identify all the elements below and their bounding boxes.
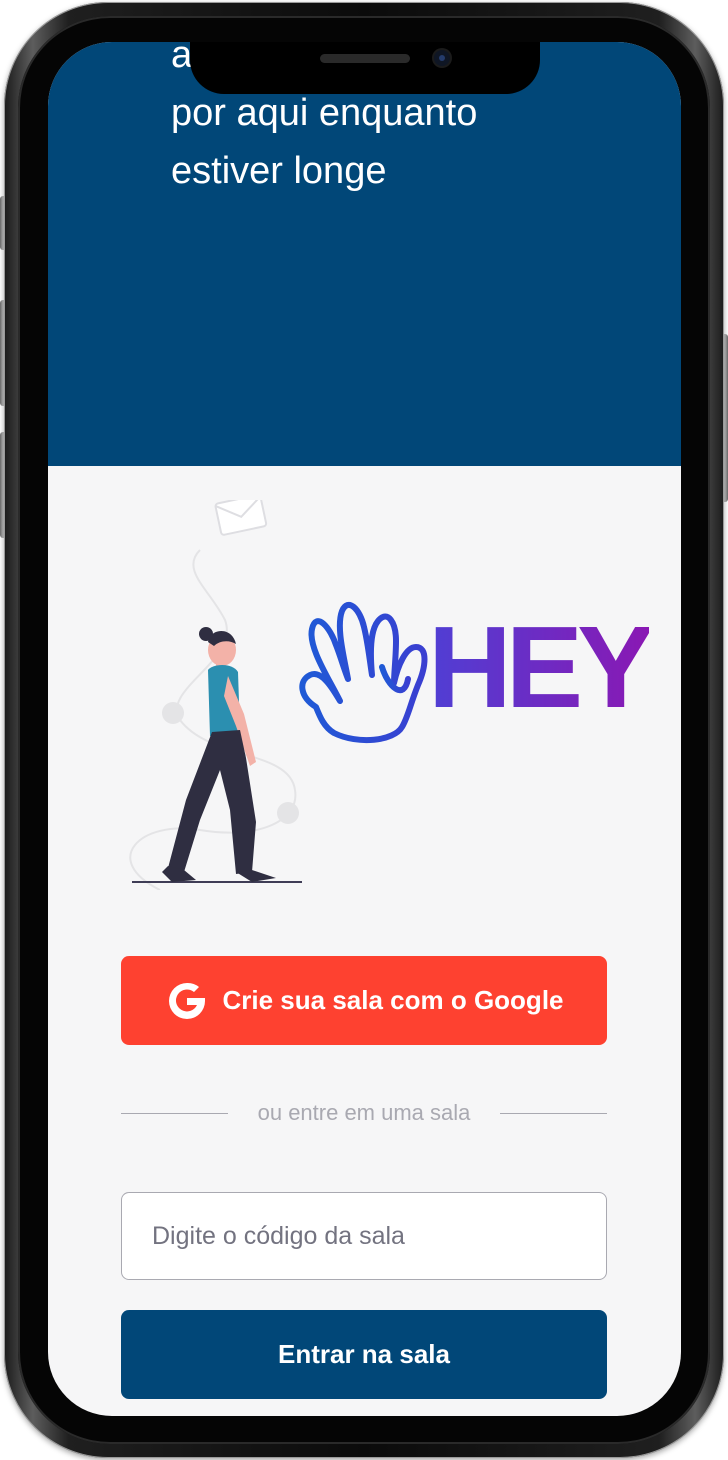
- hey-logo-text: HEY: [428, 602, 655, 732]
- room-code-input[interactable]: [121, 1192, 607, 1280]
- front-camera: [434, 50, 450, 66]
- enter-room-button[interactable]: Entrar na sala: [121, 1310, 607, 1399]
- phone-notch: [190, 42, 540, 94]
- woman-figure: [162, 627, 276, 882]
- phone-mockup: a por aqui enquanto estiver longe HEY Cr…: [0, 0, 728, 1460]
- app-screen: a por aqui enquanto estiver longe HEY Cr…: [48, 42, 681, 1416]
- envelope-icon: [214, 500, 268, 536]
- path-dot: [162, 702, 184, 724]
- earpiece-speaker: [320, 54, 410, 63]
- create-room-google-button[interactable]: Crie sua sala com o Google: [121, 956, 607, 1045]
- separator-line-right: [500, 1112, 607, 1114]
- hero-line-3: estiver longe: [171, 150, 387, 192]
- google-button-label: Crie sua sala com o Google: [222, 985, 564, 1015]
- path-dot: [277, 802, 299, 824]
- hero-banner: a por aqui enquanto estiver longe: [48, 42, 681, 466]
- walking-woman-illustration: [129, 500, 302, 890]
- wave-hand-icon: [299, 602, 428, 744]
- separator-text: ou entre em uma sala: [257, 1100, 471, 1125]
- separator-line-left: [121, 1112, 228, 1114]
- separator: ou entre em uma sala: [121, 1100, 607, 1126]
- google-icon: [168, 982, 205, 1019]
